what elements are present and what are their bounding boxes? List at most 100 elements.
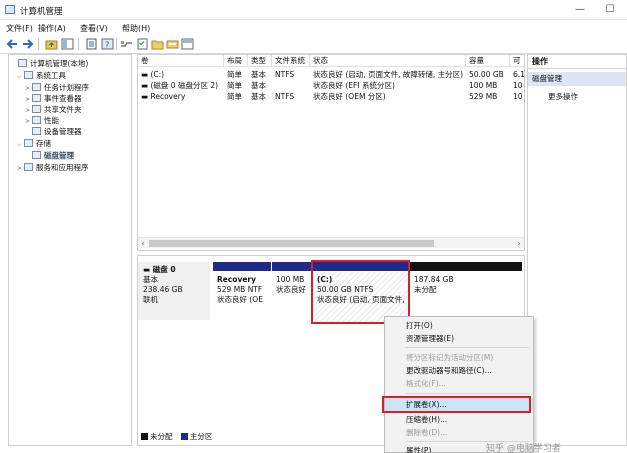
volume-name: (C:) (150, 70, 165, 79)
status-cell: 状态良好 (OEM 分区) (313, 92, 386, 101)
disk-0-label[interactable]: ▬ 磁盘 0 基本 238.46 GB 联机 (138, 262, 210, 320)
disk-icon[interactable] (166, 38, 179, 50)
column-header-type[interactable]: 类型 (248, 55, 272, 67)
collapse-arrow-icon[interactable]: ⌵ (17, 139, 24, 150)
partition-unallocated[interactable]: 187.84 GB 未分配 (410, 262, 522, 322)
watermark: 知乎 @电脑学习者 (486, 444, 561, 453)
connect-icon[interactable] (120, 38, 133, 50)
type-cell: 基本 (251, 92, 266, 101)
view-icon[interactable] (181, 38, 194, 50)
folder-up-icon[interactable] (45, 38, 58, 50)
volume-name: (磁盘 0 磁盘分区 2) (150, 81, 219, 90)
maximize-button[interactable]: ☐ (602, 3, 618, 16)
partition-body: Recovery 529 MB NTF 状态良好 (OE (214, 272, 270, 322)
actions-section-disk-management[interactable]: 磁盘管理 (528, 72, 626, 86)
extend-volume-highlight (382, 396, 531, 413)
menu-view[interactable]: 查看(V) (80, 23, 108, 34)
column-header-free[interactable]: 可 (510, 55, 524, 67)
tree-item-event-viewer[interactable]: > 事件查看器 (25, 93, 82, 104)
folder-icon[interactable] (151, 38, 164, 50)
help-icon[interactable]: ? (101, 38, 114, 50)
menu-action[interactable]: 操作(A) (38, 23, 66, 34)
legend-unallocated: 未分配 (150, 432, 173, 441)
scrollbar-thumb[interactable] (149, 240, 434, 247)
toolbar-separator (38, 38, 39, 50)
actions-pane: 操作 磁盘管理 更多操作 (527, 54, 627, 446)
tree-item-services-and-applications[interactable]: > 服务和应用程序 (17, 162, 89, 173)
layout-cell: 简单 (227, 92, 242, 101)
performance-icon (32, 116, 41, 124)
expand-arrow-icon[interactable]: > (17, 163, 24, 174)
menu-item-mark-active[interactable]: 将分区标记为活动分区(M) (385, 351, 533, 364)
tree-item-device-manager[interactable]: 设备管理器 (25, 126, 82, 137)
event-log-icon (32, 94, 41, 102)
column-header-volume[interactable]: 卷 (138, 55, 224, 67)
disk-size: 238.46 GB (143, 285, 183, 294)
partition-size: 529 MB NTF (217, 285, 263, 294)
window-title: 计算机管理 (20, 7, 63, 17)
disk-state: 联机 (143, 295, 158, 304)
checklist-icon[interactable] (136, 38, 149, 50)
partition-name: Recovery (217, 275, 257, 284)
menu-item-shrink-volume[interactable]: 压缩卷(H)... (385, 413, 533, 426)
file-system-cell: NTFS (275, 70, 295, 79)
partition-status: 状态良好 (276, 285, 306, 294)
tree-item-system-tools[interactable]: ⌵ 系统工具 (17, 70, 66, 81)
partition-status: 状态良好 (OE (217, 295, 263, 304)
tree-item-performance[interactable]: > 性能 (25, 115, 59, 126)
shared-folder-icon (32, 105, 41, 113)
scroll-right-arrow-icon[interactable]: › (514, 238, 524, 249)
scroll-left-arrow-icon[interactable]: ‹ (138, 238, 148, 249)
console-tree-icon[interactable] (61, 38, 74, 50)
toolbar-separator (116, 38, 117, 50)
layout-cell: 简单 (227, 81, 242, 90)
column-header-file-system[interactable]: 文件系统 (272, 55, 310, 67)
navigation-tree: 计算机管理(本地) ⌵ 系统工具 > 任务计划程序 > 事件查看器 > 共享文件夹 > 性… (8, 54, 132, 446)
disk-icon: ▬ (143, 265, 153, 274)
column-header-layout[interactable]: 布局 (224, 55, 248, 67)
menu-separator (405, 347, 529, 348)
tree-item-task-scheduler[interactable]: > 任务计划程序 (25, 82, 89, 93)
collapse-arrow-icon[interactable]: ⌵ (17, 71, 24, 82)
menu-help[interactable]: 帮助(H) (122, 23, 150, 34)
column-header-capacity[interactable]: 容量 (466, 55, 510, 67)
partition-bar (272, 262, 312, 271)
c-partition-highlight (311, 260, 410, 324)
services-icon (24, 163, 33, 171)
device-manager-icon (32, 127, 41, 135)
properties-icon[interactable] (85, 38, 98, 50)
menu-item-open[interactable]: 打开(O) (385, 319, 533, 332)
partition-bar (213, 262, 271, 271)
tree-item-shared-folders[interactable]: > 共享文件夹 (25, 104, 82, 115)
actions-header: 操作 (528, 55, 626, 69)
back-arrow-icon[interactable] (6, 38, 19, 50)
menu-item-change-drive-letter[interactable]: 更改驱动器号和路径(C)... (385, 364, 533, 377)
menu-file[interactable]: 文件(F) (6, 23, 33, 34)
tree-item-computer-management[interactable]: 计算机管理(本地) (11, 58, 88, 69)
clock-icon (32, 83, 41, 91)
toolbar: ? (0, 35, 627, 54)
more-actions-link[interactable]: 更多操作 (548, 91, 578, 102)
menu-item-format[interactable]: 格式化(F)... (385, 377, 533, 390)
computer-icon (18, 59, 27, 67)
storage-icon (24, 139, 33, 147)
volume-name-cell: ▬ (C:) (138, 69, 224, 80)
minimize-button[interactable]: — (572, 3, 588, 16)
forward-arrow-icon[interactable] (21, 38, 34, 50)
tools-icon (24, 71, 33, 79)
column-header-status[interactable]: 状态 (310, 55, 466, 67)
menu-item-delete-volume[interactable]: 删除卷(D)... (385, 426, 533, 439)
tree-item-disk-management[interactable]: 磁盘管理 (25, 150, 74, 161)
partition-efi[interactable]: 100 MB 状态良好 (272, 262, 312, 322)
free-cell: 10 (513, 92, 523, 101)
status-cell: 状态良好 (EFI 系统分区) (313, 81, 395, 90)
disk-management-icon (32, 151, 41, 159)
partition-recovery[interactable]: Recovery 529 MB NTF 状态良好 (OE (213, 262, 271, 322)
tree-item-storage[interactable]: ⌵ 存储 (17, 138, 51, 149)
disk-name: 磁盘 0 (152, 265, 176, 274)
free-cell: 10 (513, 81, 523, 90)
layout-cell: 简单 (227, 70, 242, 79)
file-system-cell: NTFS (275, 92, 295, 101)
horizontal-scrollbar[interactable]: ‹ › (138, 237, 524, 248)
menu-item-explorer[interactable]: 资源管理器(E) (385, 332, 533, 345)
